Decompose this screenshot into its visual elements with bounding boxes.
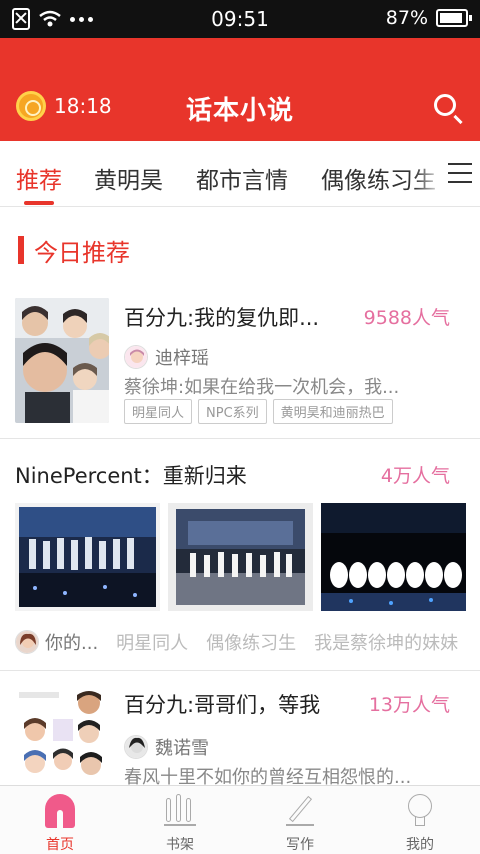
topic-avatar	[15, 630, 39, 654]
book-item[interactable]: 百分九:哥哥们，等我 13万人气 魏诺雪 春风十里不如你的曾经互相怨恨的...	[0, 689, 480, 788]
popularity-count: 9588人气	[363, 307, 450, 329]
author-avatar	[124, 345, 148, 369]
divider	[0, 438, 480, 439]
menu-icon[interactable]	[448, 163, 472, 183]
topic-tag[interactable]: 偶像练习生	[206, 629, 296, 655]
topic-gallery[interactable]	[15, 503, 466, 611]
nav-home[interactable]: 首页	[0, 786, 120, 854]
author-avatar	[124, 735, 148, 759]
tag[interactable]: 黄明昊和迪丽热巴	[272, 399, 393, 424]
gallery-image[interactable]	[15, 503, 160, 611]
tag[interactable]: NPC系列	[198, 399, 267, 424]
profile-icon[interactable]	[407, 794, 433, 828]
tab-recommend[interactable]: 推荐	[16, 161, 62, 195]
gallery-image[interactable]	[321, 503, 466, 611]
book-excerpt: 蔡徐坤:如果在给我一次机会，我...	[124, 377, 400, 398]
nav-label: 写作	[286, 837, 314, 853]
tag[interactable]: 明星同人	[124, 399, 193, 424]
search-icon[interactable]	[434, 94, 456, 116]
author-row[interactable]: 魏诺雪	[124, 734, 209, 760]
nav-label: 首页	[46, 837, 74, 853]
popularity-count: 13万人气	[368, 694, 450, 716]
status-bar: 09:51 87%	[0, 0, 480, 38]
nav-label: 书架	[166, 837, 194, 853]
category-tabs: 推荐 黄明昊 都市言情 偶像练习生	[0, 141, 480, 207]
section-marker	[18, 236, 24, 264]
section-title: 今日推荐	[34, 239, 130, 267]
tabs-fade	[414, 141, 444, 205]
home-icon[interactable]	[45, 794, 75, 828]
battery-icon	[436, 9, 472, 27]
nav-bookshelf[interactable]: 书架	[120, 786, 240, 854]
topic-tags: 你的... 明星同人 偶像练习生 我是蔡徐坤的妹妹	[15, 629, 458, 655]
topic-popularity: 4万人气	[380, 465, 450, 487]
nav-write[interactable]: 写作	[240, 786, 360, 854]
book-title[interactable]: 百分九:我的复仇即...	[124, 302, 346, 332]
app-title: 话本小说	[185, 96, 294, 126]
book-title[interactable]: 百分九:哥哥们，等我	[124, 689, 346, 719]
book-cover[interactable]	[15, 298, 109, 423]
active-tab-indicator	[24, 201, 54, 205]
bookshelf-icon[interactable]	[164, 794, 196, 826]
author-row[interactable]: 迪梓瑶	[124, 344, 209, 370]
topic-tag: 你的...	[45, 633, 99, 654]
battery-percent: 87%	[385, 7, 428, 29]
book-item[interactable]: 百分九:我的复仇即... 9588人气 迪梓瑶 蔡徐坤:如果在给我一次机会，我.…	[0, 298, 480, 438]
author-name: 魏诺雪	[155, 738, 209, 759]
bottom-nav: 首页 书架 写作 我的	[0, 785, 480, 854]
topic-tag[interactable]: 明星同人	[116, 629, 188, 655]
pen-icon[interactable]	[286, 794, 314, 826]
divider	[0, 670, 480, 671]
book-tags: 明星同人 NPC系列 黄明昊和迪丽热巴	[124, 399, 393, 424]
nav-mine[interactable]: 我的	[360, 786, 480, 854]
topic-tag[interactable]: 我是蔡徐坤的妹妹	[314, 629, 458, 655]
book-cover[interactable]	[15, 689, 109, 785]
app-header: 18:18 话本小说	[0, 38, 480, 141]
author-name: 迪梓瑶	[155, 348, 209, 369]
nav-label: 我的	[406, 837, 434, 853]
tab-urban-romance[interactable]: 都市言情	[196, 161, 288, 195]
topic-title[interactable]: NinePercent：重新归来	[15, 460, 247, 490]
tab-huang-minghao[interactable]: 黄明昊	[94, 161, 163, 195]
topic-author[interactable]: 你的...	[15, 629, 98, 655]
gallery-image[interactable]	[168, 503, 313, 611]
